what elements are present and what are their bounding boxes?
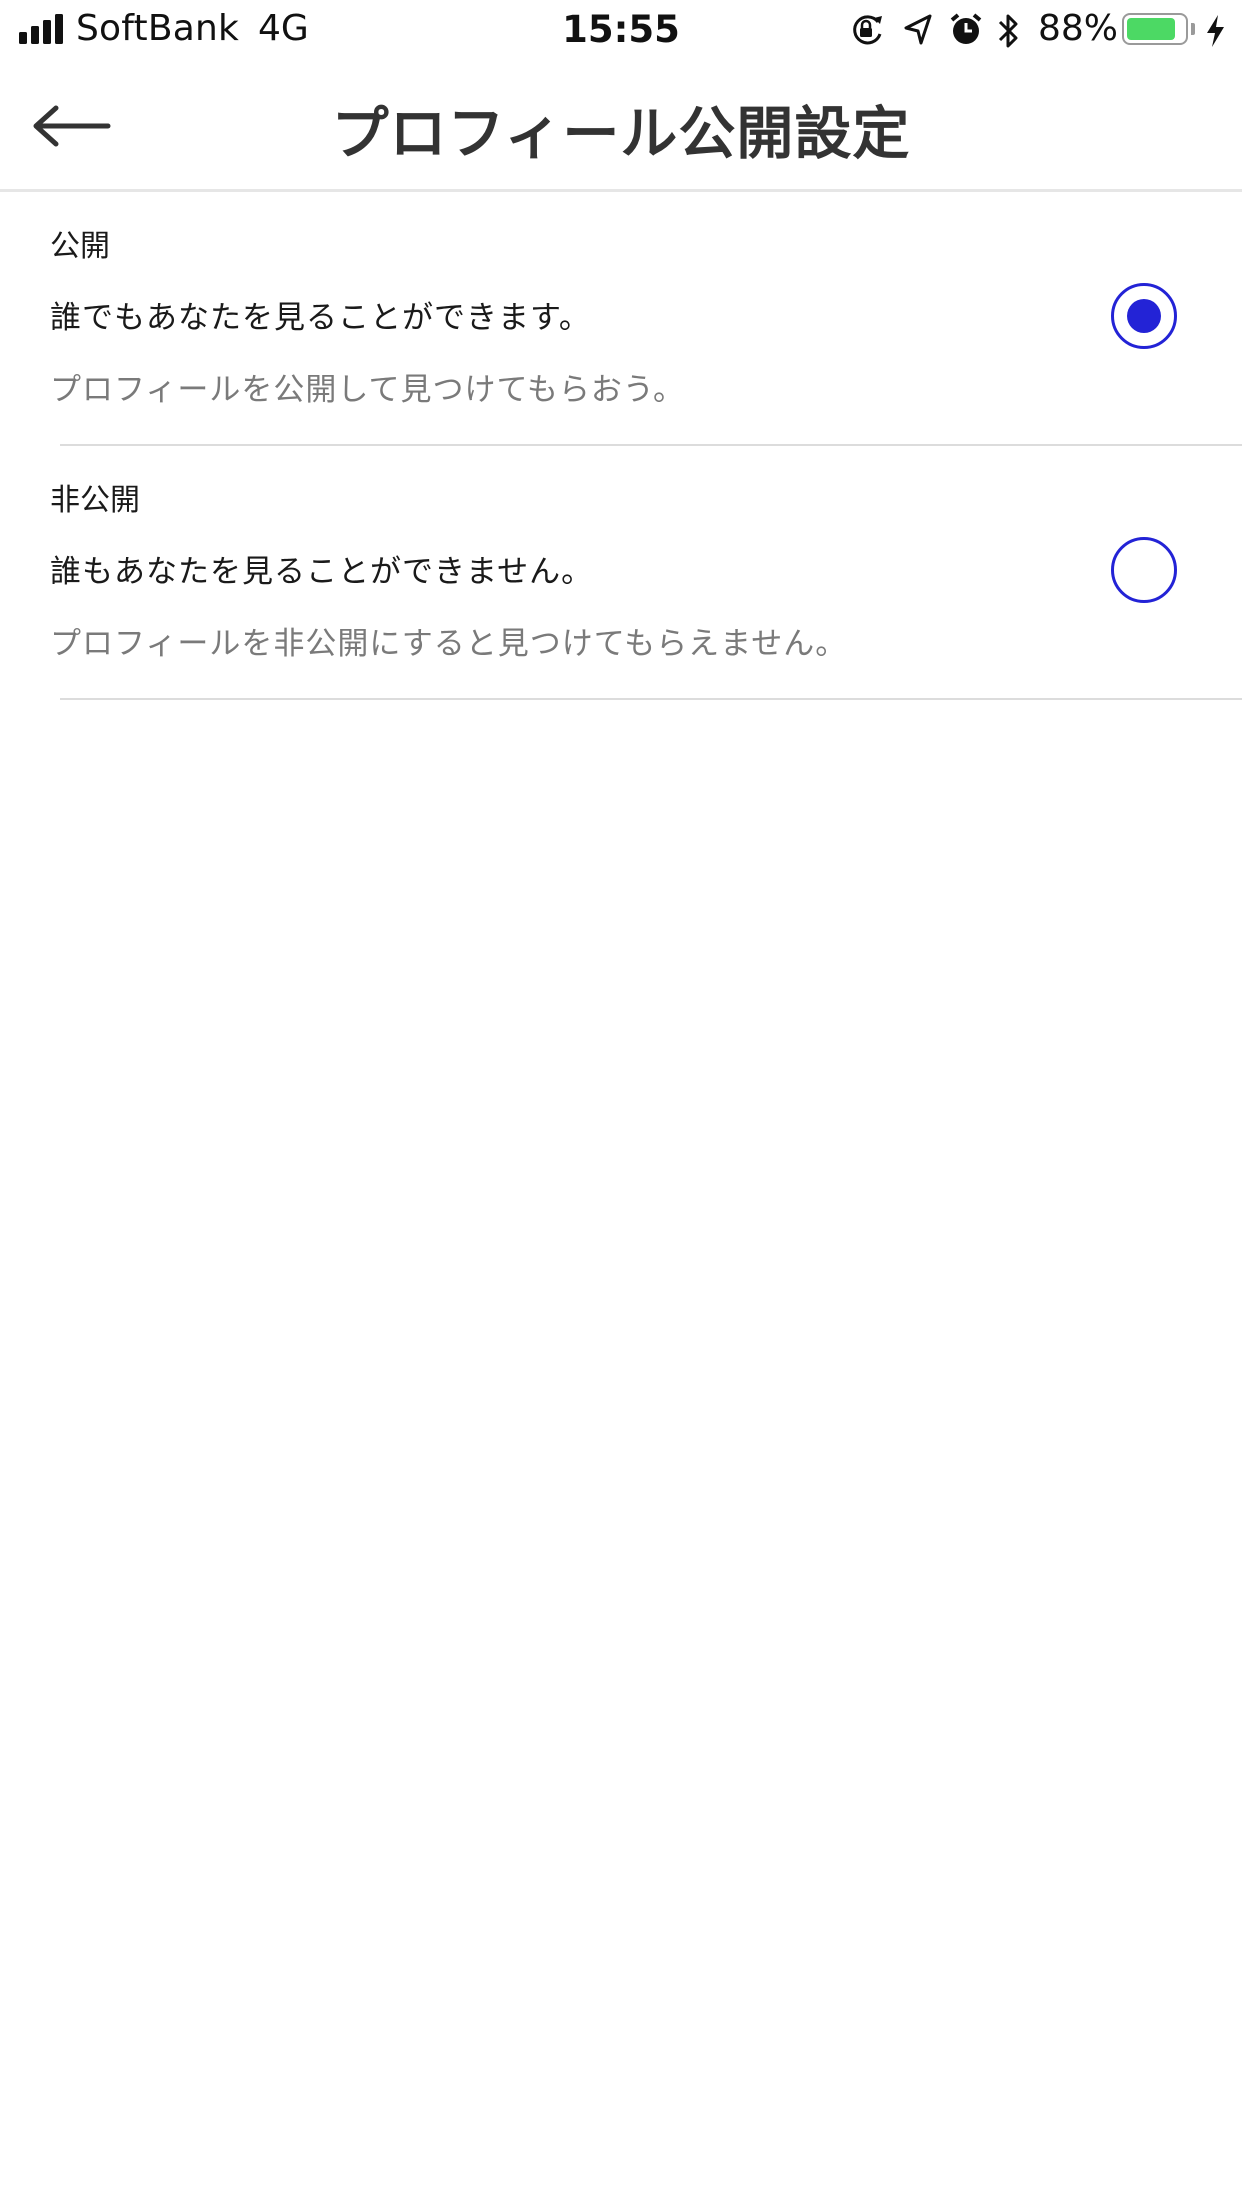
- option-title: 非公開: [50, 483, 140, 518]
- option-subtext: プロフィールを非公開にすると見つけてもらえません。: [50, 626, 848, 662]
- radio-private[interactable]: [1111, 537, 1177, 603]
- battery-percent: 88%: [1038, 8, 1119, 49]
- battery-level-fill: [1127, 18, 1175, 40]
- location-icon: [902, 12, 934, 52]
- radio-selected-dot: [1127, 299, 1161, 333]
- status-bar: SoftBank 4G 15:55 88%: [0, 0, 1242, 62]
- alarm-icon: [948, 12, 984, 52]
- option-public[interactable]: 公開 誰でもあなたを見ることができます。 プロフィールを公開して見つけてもらおう…: [0, 192, 1242, 446]
- option-private[interactable]: 非公開 誰もあなたを見ることができません。 プロフィールを非公開にすると見つけて…: [0, 446, 1242, 700]
- battery-icon: [1122, 13, 1188, 45]
- charging-icon: [1204, 14, 1226, 52]
- option-title: 公開: [50, 229, 110, 264]
- page-title: プロフィール公開設定: [331, 101, 911, 167]
- nav-bar: プロフィール公開設定: [0, 62, 1242, 192]
- option-description: 誰でもあなたを見ることができます。: [50, 300, 591, 336]
- option-description: 誰もあなたを見ることができません。: [50, 554, 594, 590]
- battery-nub: [1191, 23, 1195, 35]
- radio-public[interactable]: [1111, 283, 1177, 349]
- orientation-lock-icon: [848, 12, 886, 52]
- option-subtext: プロフィールを公開して見つけてもらおう。: [50, 372, 686, 408]
- bluetooth-icon: [996, 12, 1022, 54]
- divider: [60, 698, 1242, 700]
